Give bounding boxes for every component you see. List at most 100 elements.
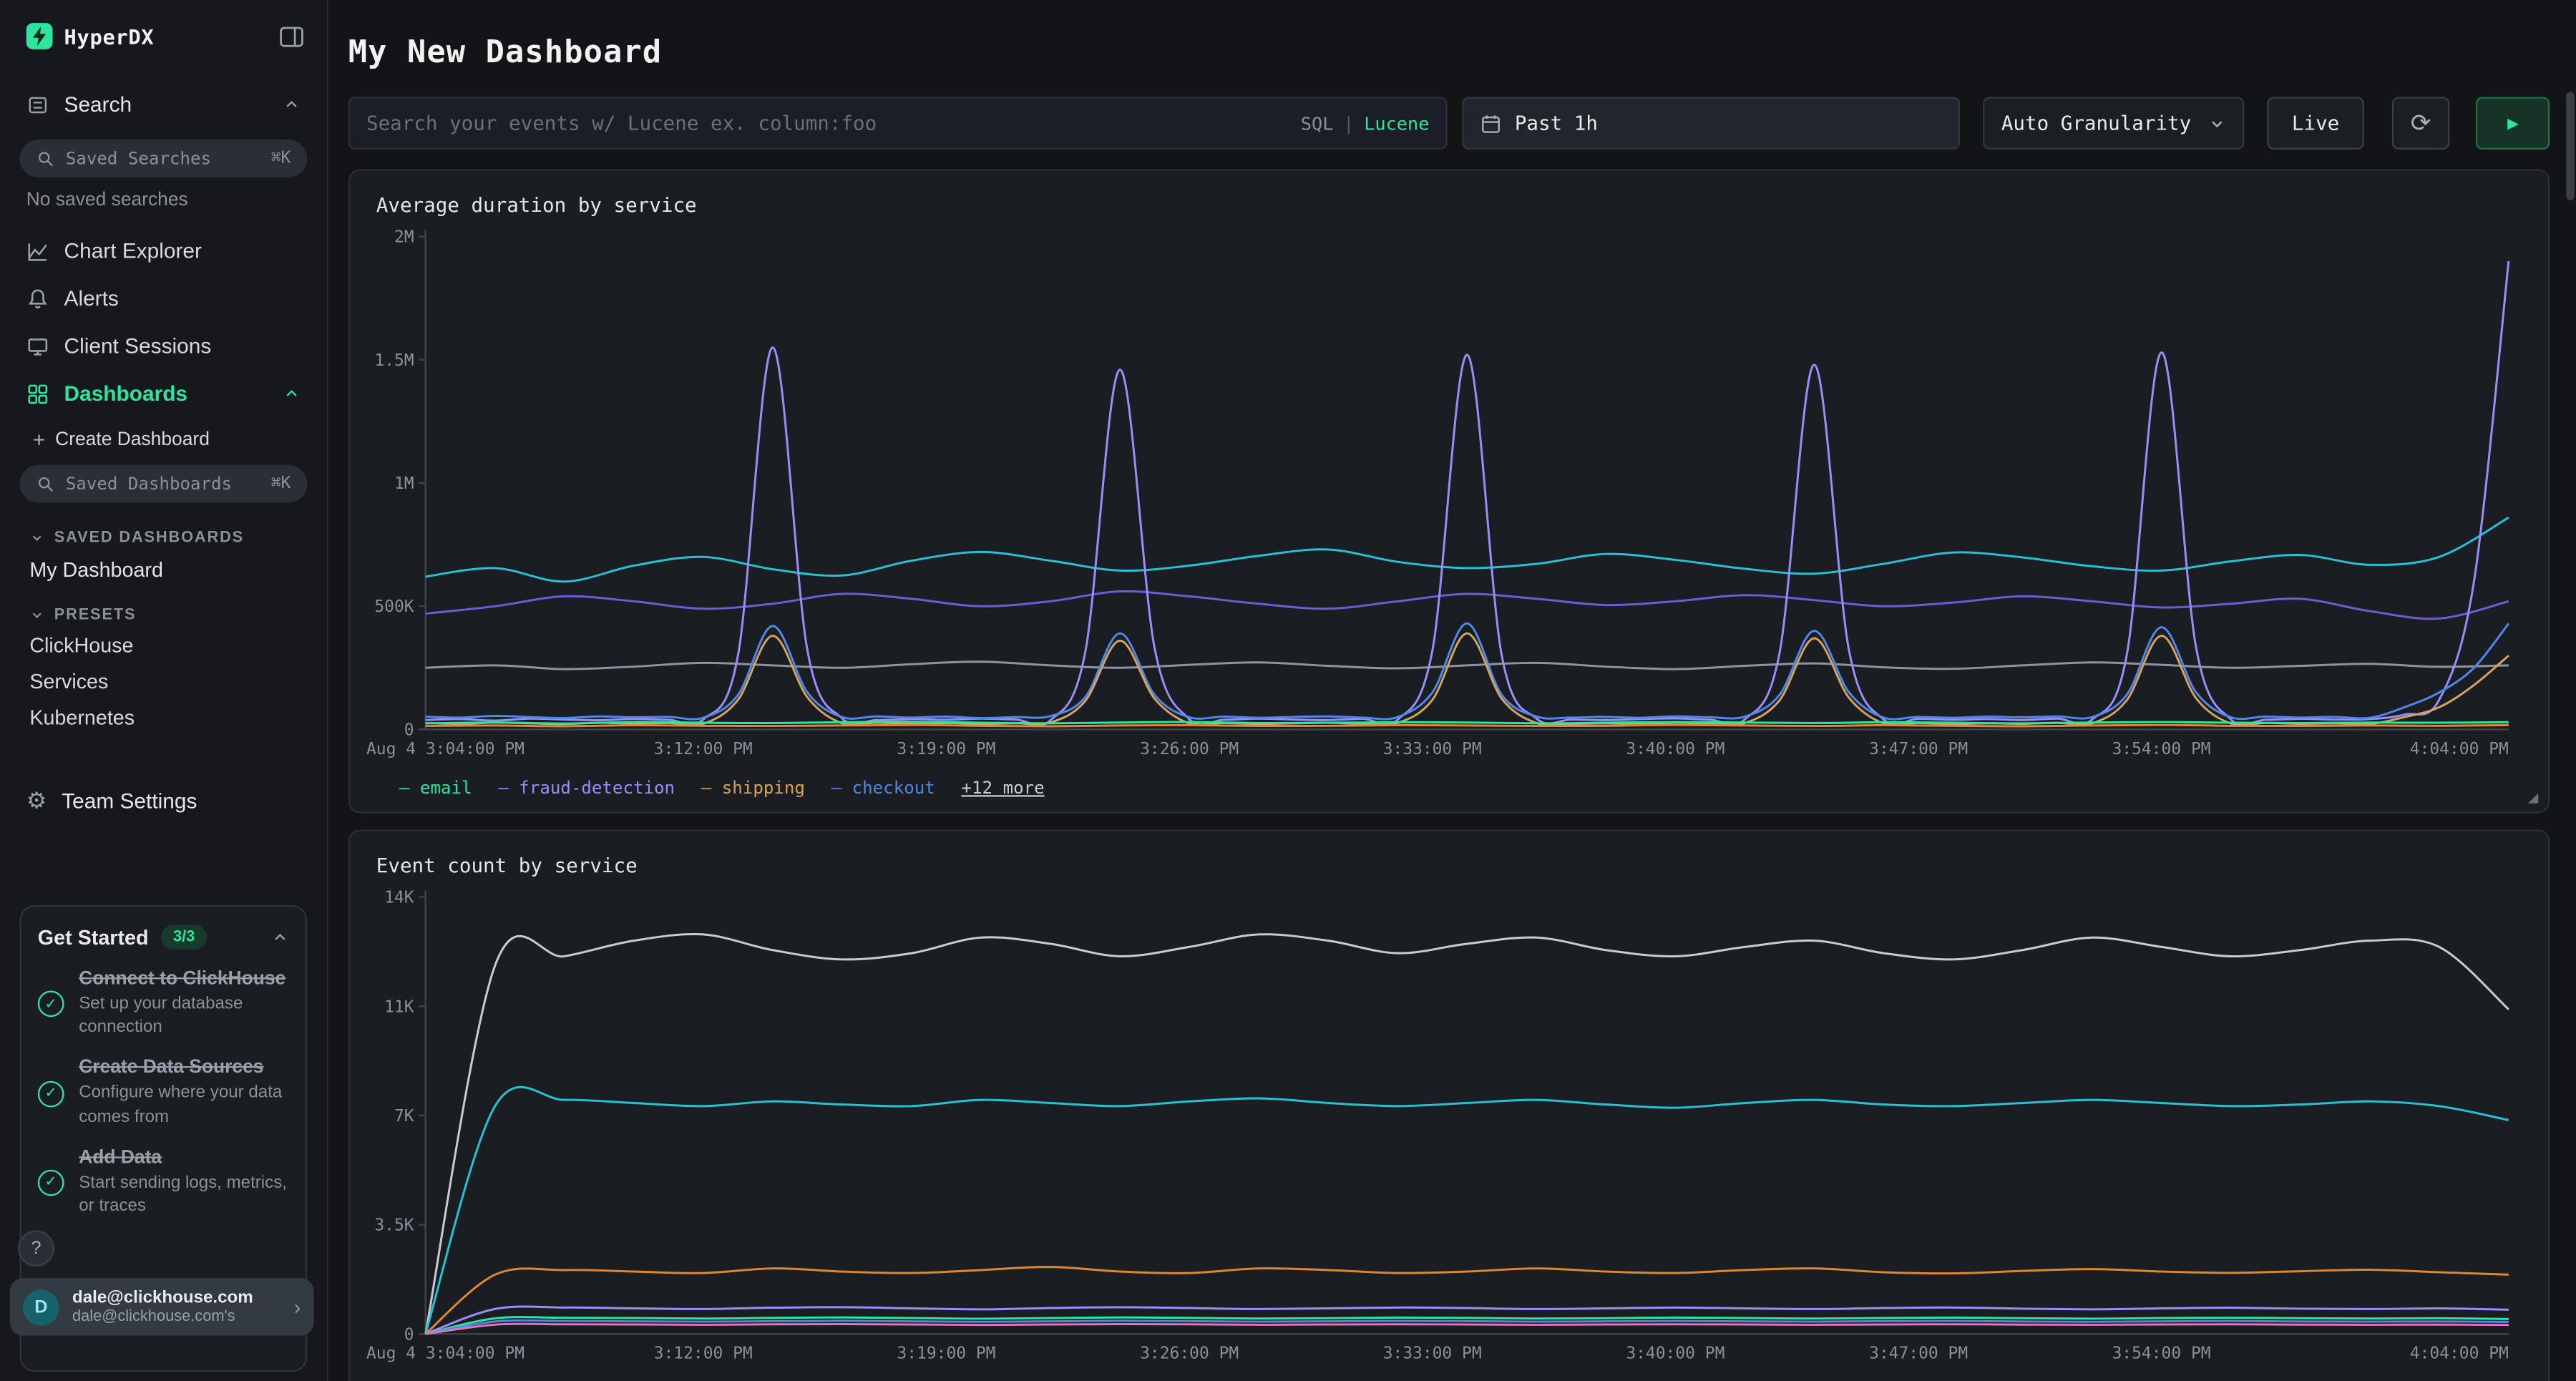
event-search-input[interactable]: Search your events w/ Lucene ex. column:… [348, 97, 1448, 149]
get-started-title: Get Started [38, 926, 149, 949]
legend-more-link[interactable]: +12 more [962, 779, 1045, 799]
search-icon [36, 474, 57, 494]
main-content: My New Dashboard Search your events w/ L… [328, 0, 2576, 1381]
svg-text:500K: 500K [374, 597, 414, 616]
svg-text:1M: 1M [394, 474, 414, 493]
svg-text:3:40:00 PM: 3:40:00 PM [1626, 1345, 1724, 1363]
run-query-button[interactable]: ▶ [2477, 97, 2550, 149]
gear-icon: ⚙ [26, 786, 47, 814]
svg-text:3:33:00 PM: 3:33:00 PM [1383, 1345, 1482, 1363]
sidebar-item-chart-explorer[interactable]: Chart Explorer [0, 227, 327, 275]
chevron-up-icon[interactable] [283, 384, 301, 402]
time-range-value: Past 1h [1515, 112, 1598, 135]
svg-text:4:04:00 PM: 4:04:00 PM [2410, 1345, 2509, 1363]
granularity-value: Auto Granularity [2001, 112, 2209, 135]
avg-duration-chart: 0500K1M1.5M2MAug 4 3:04:00 PM3:12:00 PM3… [376, 223, 2525, 772]
svg-text:Aug 4 3:04:00 PM: Aug 4 3:04:00 PM [366, 1345, 525, 1363]
user-email: dale@clickhouse.com [72, 1288, 294, 1308]
user-profile-chip[interactable]: D dale@clickhouse.com dale@clickhouse.co… [10, 1278, 314, 1335]
user-org: dale@clickhouse.com's [72, 1308, 294, 1326]
page-title: My New Dashboard [348, 34, 2550, 71]
svg-text:7K: 7K [394, 1107, 414, 1126]
refresh-button[interactable]: ⟳ [2391, 97, 2450, 149]
shortcut-hint: ⌘K [271, 475, 291, 493]
svg-text:Aug 4 3:04:00 PM: Aug 4 3:04:00 PM [366, 740, 525, 758]
svg-text:3:47:00 PM: 3:47:00 PM [1869, 740, 1968, 758]
get-started-step[interactable]: ✓ Create Data Sources Configure where yo… [38, 1058, 289, 1128]
sidebar-item-client-sessions[interactable]: Client Sessions [0, 322, 327, 370]
svg-text:0: 0 [404, 1325, 414, 1344]
legend-item-fraud-detection[interactable]: — fraud-detection [498, 779, 675, 799]
app-title: HyperDX [64, 24, 155, 48]
sidebar-item-dashboards[interactable]: Dashboards [0, 370, 327, 418]
lucene-mode-toggle[interactable]: Lucene [1364, 112, 1429, 134]
svg-text:2M: 2M [394, 228, 414, 247]
live-button[interactable]: Live [2268, 97, 2363, 149]
svg-text:3:26:00 PM: 3:26:00 PM [1140, 740, 1239, 758]
saved-dashboard-my-dashboard[interactable]: My Dashboard [0, 550, 327, 590]
chevron-down-icon [29, 531, 44, 546]
preset-services[interactable]: Services [0, 664, 327, 701]
scrollbar-thumb[interactable] [2566, 92, 2574, 201]
app-screen: HyperDX Search Saved Searches ⌘K No save… [0, 0, 2576, 1381]
svg-text:3:19:00 PM: 3:19:00 PM [897, 740, 995, 758]
presets-section-toggle[interactable]: PRESETS [0, 590, 327, 628]
preset-kubernetes[interactable]: Kubernetes [0, 700, 327, 736]
no-saved-searches-note: No saved searches [26, 190, 301, 210]
svg-text:3.5K: 3.5K [374, 1216, 414, 1235]
get-started-step[interactable]: ✓ Add Data Start sending logs, metrics, … [38, 1148, 289, 1217]
preset-clickhouse[interactable]: ClickHouse [0, 628, 327, 664]
chart-panel-event-count: Event count by service 0 3.5K 7K 11K 14K Aug … [348, 829, 2550, 1381]
check-circle-icon: ✓ [38, 991, 64, 1018]
svg-text:3:19:00 PM: 3:19:00 PM [897, 1345, 995, 1363]
svg-text:0: 0 [404, 721, 414, 739]
hyperdx-logo-icon [26, 23, 53, 49]
help-button[interactable]: ? [18, 1231, 54, 1267]
svg-text:14K: 14K [384, 889, 414, 907]
svg-text:11K: 11K [384, 997, 414, 1016]
dashboard-grid-icon [26, 382, 49, 405]
search-section-header[interactable]: Search [0, 66, 327, 130]
bell-icon [26, 287, 49, 310]
saved-searches-input[interactable]: Saved Searches ⌘K [20, 140, 308, 177]
play-icon: ▶ [2507, 114, 2519, 132]
svg-text:3:54:00 PM: 3:54:00 PM [2112, 1345, 2211, 1363]
legend-item-shipping[interactable]: — shipping [701, 779, 805, 799]
chart-title: Event count by service [376, 854, 2522, 877]
chevron-up-icon[interactable] [271, 928, 289, 946]
user-avatar: D [23, 1289, 59, 1325]
shortcut-hint: ⌘K [271, 150, 291, 167]
check-circle-icon: ✓ [38, 1169, 64, 1196]
saved-dashboards-input[interactable]: Saved Dashboards ⌘K [20, 465, 308, 503]
collapse-sidebar-icon[interactable] [279, 26, 303, 47]
sql-mode-toggle[interactable]: SQL [1301, 112, 1334, 134]
create-dashboard-button[interactable]: + Create Dashboard [0, 417, 327, 455]
granularity-select[interactable]: Auto Granularity [1984, 97, 2245, 149]
chart-icon [26, 239, 49, 262]
resize-handle[interactable]: ◢ [2528, 790, 2538, 805]
svg-text:1.5M: 1.5M [374, 351, 414, 370]
sidebar-item-alerts[interactable]: Alerts [0, 274, 327, 322]
legend-item-checkout[interactable]: — checkout [831, 779, 935, 799]
time-range-picker[interactable]: Past 1h [1462, 97, 1960, 149]
get-started-progress-badge: 3/3 [162, 925, 206, 950]
chart-panel-avg-duration: Average duration by service 0500K1M1.5M2… [348, 169, 2550, 813]
legend-item-email[interactable]: — email [399, 779, 472, 799]
svg-text:3:54:00 PM: 3:54:00 PM [2112, 740, 2211, 758]
chevron-down-icon [29, 607, 44, 623]
plus-icon: + [33, 427, 45, 452]
team-settings-button[interactable]: ⚙ Team Settings [0, 776, 327, 825]
chart-legend: — email — fraud-detection — shipping — chec… [376, 779, 2522, 799]
saved-dashboards-section-toggle[interactable]: SAVED DASHBOARDS [0, 512, 327, 550]
chevron-down-icon [2208, 114, 2226, 132]
svg-text:3:12:00 PM: 3:12:00 PM [654, 740, 753, 758]
event-search-placeholder: Search your events w/ Lucene ex. column:… [366, 112, 1301, 135]
monitor-icon [26, 334, 49, 357]
sidebar-nav: Chart Explorer Alerts Client Sessions Da… [0, 227, 327, 417]
saved-searches-placeholder: Saved Searches [66, 149, 271, 169]
chevron-up-icon[interactable] [283, 95, 301, 113]
get-started-step[interactable]: ✓ Connect to ClickHouse Set up your data… [38, 970, 289, 1039]
check-circle-icon: ✓ [38, 1080, 64, 1107]
sidebar: HyperDX Search Saved Searches ⌘K No save… [0, 0, 328, 1381]
list-icon [26, 93, 49, 116]
